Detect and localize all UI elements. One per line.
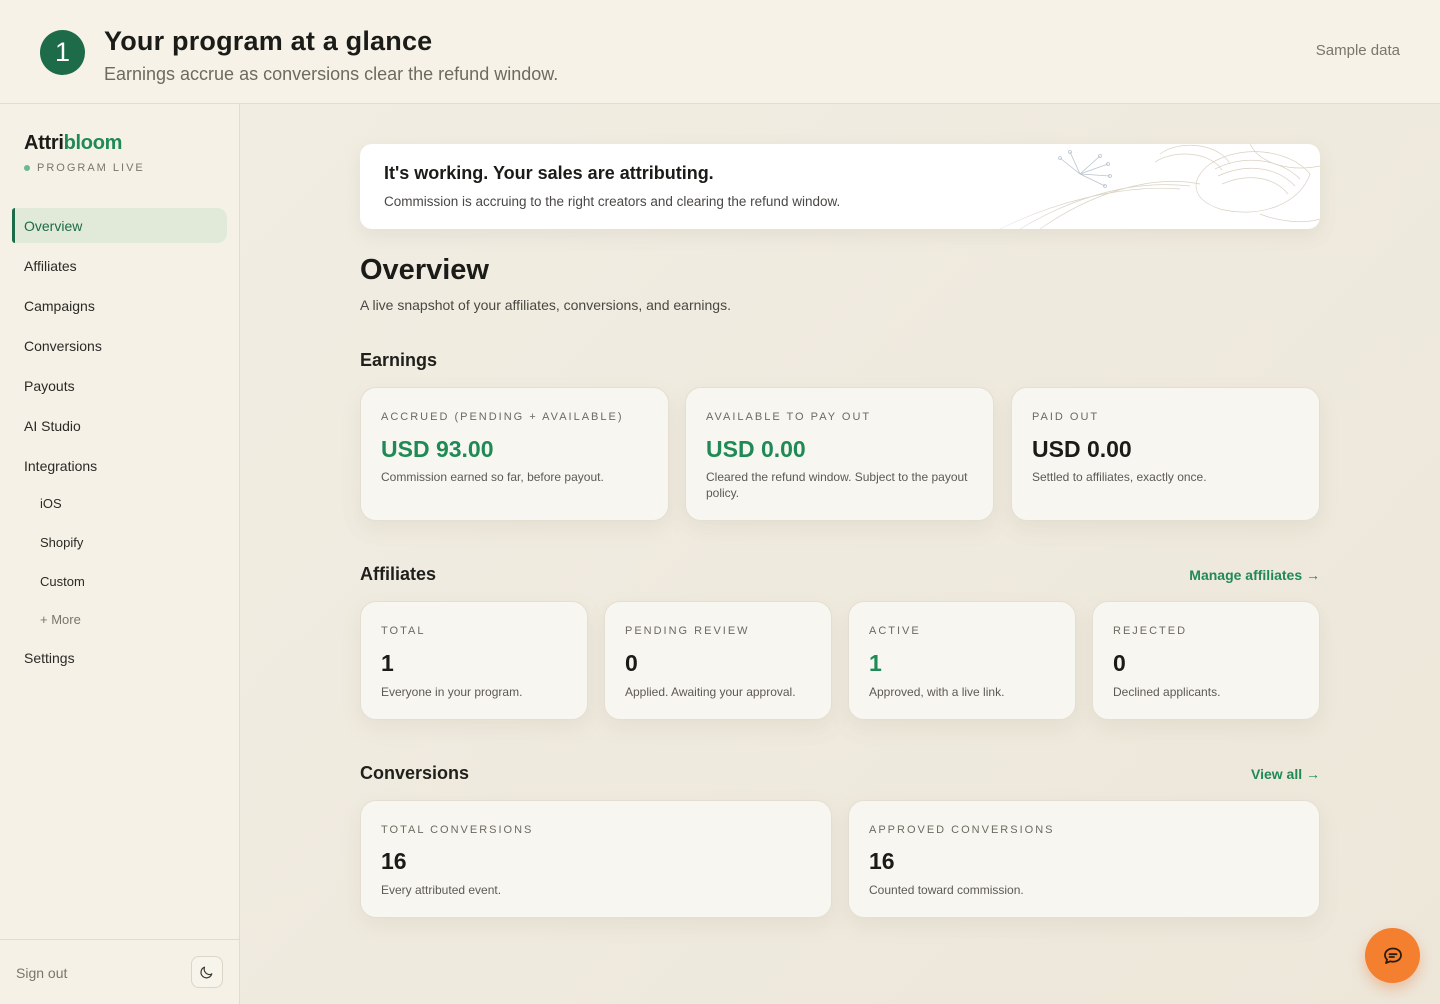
sidebar-subitem-ios[interactable]: iOS [40, 496, 62, 511]
conversions-card-approved: Approved conversions 16 Counted toward c… [848, 800, 1320, 918]
card-description: Settled to affiliates, exactly once. [1032, 470, 1207, 484]
affiliates-heading: Affiliates [360, 564, 437, 584]
sidebar-item-affiliates[interactable]: Affiliates [12, 248, 227, 283]
sidebar-more-link[interactable]: + More [40, 612, 81, 627]
flower-illustration-icon [960, 144, 1320, 229]
affiliates-card-total: Total 1 Everyone in your program. [360, 601, 588, 720]
card-value: 1 [381, 650, 394, 676]
sidebar-item-overview[interactable]: Overview [12, 208, 227, 243]
manage-affiliates-link[interactable]: Manage affiliates → [1189, 567, 1320, 583]
card-value: USD 93.00 [381, 436, 494, 462]
affiliates-card-rejected: Rejected 0 Declined applicants. [1092, 601, 1320, 720]
card-label: Paid out [1032, 411, 1100, 423]
card-description: Cleared the refund window. Subject to th… [706, 470, 968, 500]
card-description: Counted toward commission. [869, 883, 1024, 897]
callout-subtitle: Commission is accruing to the right crea… [384, 194, 841, 209]
brand-logo[interactable]: Attribloom [24, 132, 122, 155]
chat-button[interactable] [1365, 928, 1420, 983]
chat-bubble-icon [1383, 947, 1402, 964]
program-status: PROGRAM LIVE [24, 162, 145, 174]
program-status-label: PROGRAM LIVE [37, 162, 145, 174]
card-label: Available to pay out [706, 411, 872, 423]
view-all-conversions-link[interactable]: View all → [1251, 766, 1320, 782]
card-label: Approved conversions [869, 824, 1055, 836]
card-description: Commission earned so far, before payout. [381, 470, 604, 484]
card-value: 1 [869, 650, 882, 676]
card-description: Applied. Awaiting your approval. [625, 685, 796, 699]
banner-subtitle: Earnings accrue as conversions clear the… [104, 64, 559, 84]
main-content: It's working. Your sales are attributing… [240, 104, 1440, 1004]
sidebar-subitem-shopify[interactable]: Shopify [40, 535, 83, 550]
sidebar-subitem-custom[interactable]: Custom [40, 574, 85, 589]
sidebar-item-payouts[interactable]: Payouts [12, 368, 227, 403]
conversions-heading: Conversions [360, 763, 470, 783]
earnings-card-accrued: Accrued (pending + available) USD 93.00 … [360, 387, 669, 521]
page-title: Overview [360, 254, 489, 286]
page-subtitle: A live snapshot of your affiliates, conv… [360, 297, 731, 313]
conversions-card-total: Total conversions 16 Every attributed ev… [360, 800, 832, 918]
affiliates-card-pending: Pending review 0 Applied. Awaiting your … [604, 601, 832, 720]
card-label: Rejected [1113, 625, 1188, 637]
sample-data-label: Sample data [1315, 42, 1400, 59]
status-dot-icon [24, 165, 30, 171]
step-badge: 1 [40, 30, 85, 75]
card-label: Active [869, 625, 921, 637]
sidebar-item-integrations[interactable]: Integrations [12, 448, 227, 483]
brand-prefix: Attri [24, 132, 64, 154]
card-value: 0 [1113, 650, 1126, 676]
card-label: Accrued (pending + available) [381, 411, 624, 423]
card-value: 0 [625, 650, 638, 676]
earnings-card-paid-out: Paid out USD 0.00 Settled to affiliates,… [1011, 387, 1320, 521]
card-label: Pending review [625, 625, 750, 637]
sidebar: Attribloom PROGRAM LIVE Overview Affilia… [0, 104, 240, 1004]
brand-suffix: bloom [63, 132, 123, 154]
signout-button[interactable]: Sign out [16, 965, 67, 981]
sidebar-item-conversions[interactable]: Conversions [12, 328, 227, 363]
card-value: 16 [869, 848, 895, 874]
sidebar-item-campaigns[interactable]: Campaigns [12, 288, 227, 323]
card-label: Total [381, 625, 426, 637]
earnings-heading: Earnings [360, 350, 438, 370]
card-value: 16 [381, 848, 407, 874]
sidebar-footer: Sign out [0, 939, 239, 1004]
sidebar-item-ai-studio[interactable]: AI Studio [12, 408, 227, 443]
onboarding-banner: 1 Your program at a glance Earnings accr… [0, 0, 1440, 104]
card-description: Declined applicants. [1113, 685, 1221, 699]
card-description: Everyone in your program. [381, 685, 523, 699]
sidebar-item-settings[interactable]: Settings [12, 640, 227, 675]
theme-toggle-button[interactable] [191, 956, 223, 988]
card-description: Approved, with a live link. [869, 685, 1005, 699]
banner-title: Your program at a glance [104, 26, 433, 56]
success-callout: It's working. Your sales are attributing… [360, 144, 1320, 229]
affiliates-card-active: Active 1 Approved, with a live link. [848, 601, 1076, 720]
earnings-card-available: Available to pay out USD 0.00 Cleared th… [685, 387, 994, 521]
moon-icon [200, 966, 213, 979]
card-value: USD 0.00 [1032, 436, 1132, 462]
card-value: USD 0.00 [706, 436, 806, 462]
card-description: Every attributed event. [381, 883, 502, 897]
card-label: Total conversions [381, 824, 534, 836]
callout-title: It's working. Your sales are attributing… [384, 163, 714, 183]
